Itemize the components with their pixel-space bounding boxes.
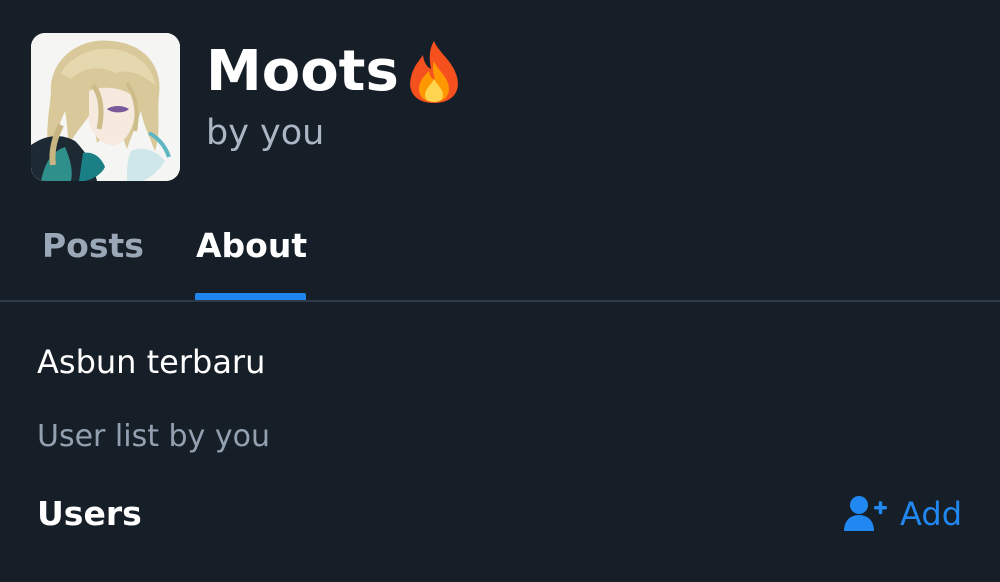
add-user-label: Add: [900, 495, 962, 533]
tab-posts[interactable]: Posts: [42, 224, 144, 268]
list-description: Asbun terbaru: [37, 343, 266, 381]
fire-emoji-icon: [409, 41, 458, 103]
list-title: Moots: [206, 39, 399, 104]
list-type-text: User list by you: [37, 419, 270, 454]
list-title-row: Moots: [206, 36, 463, 108]
list-owner-subtitle: by you: [206, 113, 325, 153]
list-page: Moots by you Posts About Asbun terbaru U…: [0, 0, 1000, 582]
avatar-image: [31, 33, 180, 181]
users-section-title: Users: [37, 494, 142, 533]
tab-about[interactable]: About: [196, 224, 307, 268]
tab-divider: [0, 300, 1000, 302]
add-user-icon: [844, 496, 888, 531]
add-user-button[interactable]: Add: [844, 492, 962, 536]
tab-bar: Posts About: [0, 210, 1000, 302]
list-avatar[interactable]: [31, 33, 180, 181]
